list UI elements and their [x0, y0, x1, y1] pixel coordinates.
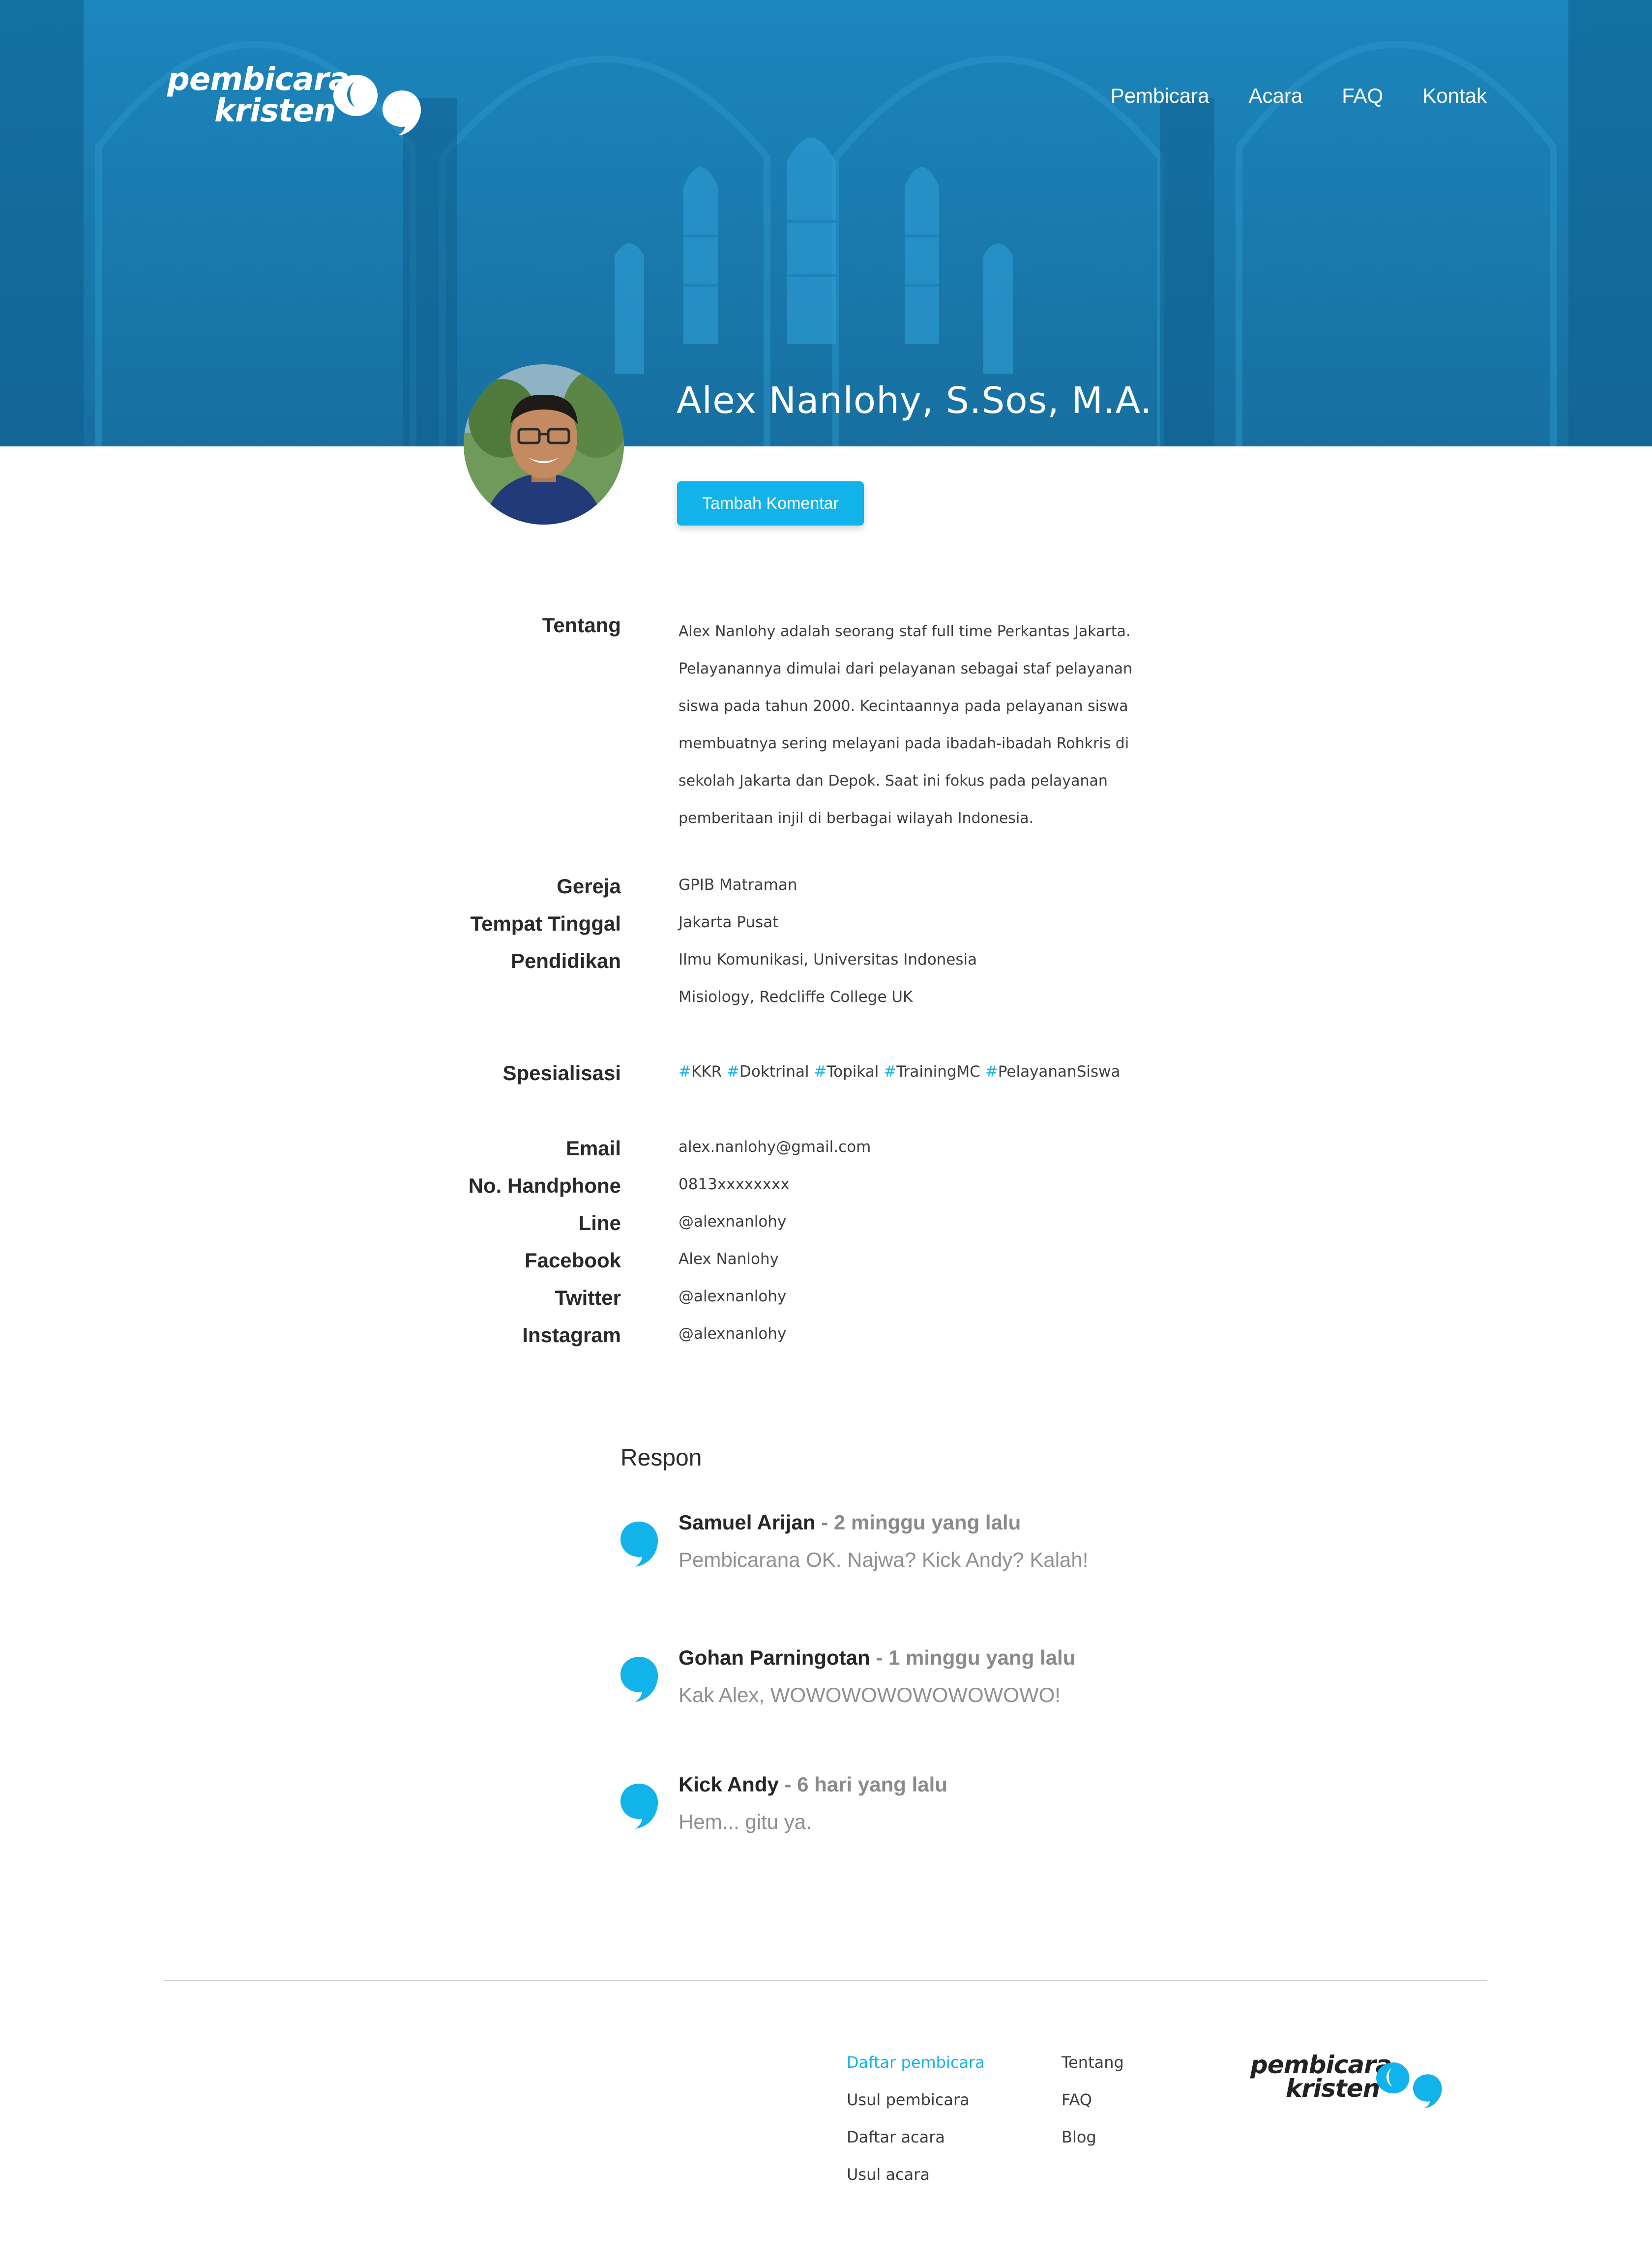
- education-value-1: Ilmu Komunikasi, Universitas Indonesia: [678, 951, 977, 969]
- footer-link-usul-acara[interactable]: Usul acara: [847, 2165, 930, 2184]
- nav-kontak[interactable]: Kontak: [1422, 84, 1487, 108]
- footer-link-usul-pembicara[interactable]: Usul pembicara: [847, 2090, 970, 2110]
- comment-bubble-icon: [620, 1784, 658, 1829]
- comment-text: Kak Alex, WOWOWOWOWOWOWOWO!: [678, 1683, 1061, 1706]
- quote-bubbles-icon: [333, 75, 421, 135]
- footer-link-daftar-pembicara[interactable]: Daftar pembicara: [847, 2053, 985, 2072]
- about-line: siswa pada tahun 2000. Kecintaannya pada…: [678, 698, 1128, 715]
- footer-link-blog[interactable]: Blog: [1062, 2127, 1096, 2147]
- footer-link-daftar-acara[interactable]: Daftar acara: [847, 2127, 945, 2147]
- phone-label: No. Handphone: [468, 1174, 621, 1197]
- logo-word-1: pembicara: [1250, 2051, 1392, 2079]
- nav-faq[interactable]: FAQ: [1342, 84, 1383, 108]
- about-text: Alex Nanlohy adalah seorang staf full ti…: [678, 613, 1180, 837]
- brand-logo[interactable]: pembicara kristen: [167, 61, 423, 135]
- footer-brand-logo[interactable]: pembicara kristen: [1250, 2053, 1457, 2112]
- comment-text: Hem... gitu ya.: [678, 1810, 812, 1833]
- add-comment-button[interactable]: Tambah Komentar: [677, 481, 864, 526]
- education-value-2: Misiology, Redcliffe College UK: [678, 988, 913, 1006]
- logo-word-1: pembicara: [167, 61, 350, 98]
- tag-link[interactable]: Topikal: [826, 1063, 879, 1081]
- education-label: Pendidikan: [510, 949, 621, 972]
- twitter-value[interactable]: @alexnanlohy: [678, 1287, 786, 1306]
- email-label: Email: [565, 1137, 621, 1160]
- twitter-label: Twitter: [555, 1286, 621, 1309]
- comment-item: Gohan Parningotan - 1 minggu yang lalu K…: [620, 1645, 1210, 1719]
- comment-author: Kick Andy: [678, 1773, 779, 1796]
- comment-time: - 1 minggu yang lalu: [870, 1646, 1076, 1669]
- residence-label: Tempat Tinggal: [470, 912, 621, 935]
- comment-text: Pembicarana OK. Najwa? Kick Andy? Kalah!: [678, 1548, 1089, 1571]
- comment-time: - 6 hari yang lalu: [778, 1773, 947, 1796]
- about-line: membuatnya sering melayani pada ibadah-i…: [678, 735, 1129, 752]
- logo-word-2: kristen: [214, 93, 336, 129]
- footer-link-tentang[interactable]: Tentang: [1062, 2053, 1124, 2072]
- about-line: sekolah Jakarta dan Depok. Saat ini foku…: [678, 772, 1108, 790]
- instagram-value[interactable]: @alexnanlohy: [678, 1324, 786, 1344]
- facebook-label: Facebook: [524, 1249, 621, 1272]
- comment-bubble-icon: [620, 1657, 658, 1702]
- line-value: @alexnanlohy: [678, 1213, 787, 1231]
- main-nav: Pembicara Acara FAQ Kontak: [1111, 84, 1487, 108]
- tag-link[interactable]: KKR: [691, 1063, 722, 1081]
- church-value: GPIB Matraman: [678, 876, 797, 894]
- speaker-name: Alex Nanlohy, S.Sos, M.A.: [677, 380, 1152, 422]
- comment-item: Kick Andy - 6 hari yang lalu Hem... gitu…: [620, 1772, 1210, 1846]
- tag-link[interactable]: Doktrinal: [739, 1063, 809, 1081]
- email-value[interactable]: alex.nanlohy@gmail.com: [678, 1137, 871, 1157]
- comment-bubble-icon: [620, 1522, 658, 1567]
- hero-banner: pembicara kristen Pembicara Acara FAQ Ko…: [0, 0, 1652, 446]
- about-label: Tentang: [542, 614, 621, 637]
- comment-author: Gohan Parningotan: [678, 1646, 870, 1669]
- about-line: Alex Nanlohy adalah seorang staf full ti…: [678, 623, 1131, 640]
- logo-word-2: kristen: [1286, 2074, 1380, 2103]
- speaker-avatar: [464, 364, 624, 525]
- comment-item: Samuel Arijan - 2 minggu yang lalu Pembi…: [620, 1510, 1210, 1584]
- residence-value: Jakarta Pusat: [678, 913, 779, 931]
- phone-value: 0813xxxxxxxx: [678, 1175, 790, 1193]
- about-line: pemberitaan injil di berbagai wilayah In…: [678, 810, 1034, 827]
- tag-link[interactable]: TrainingMC: [896, 1063, 980, 1081]
- nav-acara[interactable]: Acara: [1248, 84, 1302, 108]
- nav-pembicara[interactable]: Pembicara: [1111, 84, 1210, 108]
- responses-title: Respon: [620, 1445, 702, 1471]
- about-line: Pelayanannya dimulai dari pelayanan seba…: [678, 660, 1133, 677]
- comment-author: Samuel Arijan: [678, 1511, 816, 1534]
- quote-bubbles-icon: [1376, 2062, 1442, 2108]
- footer-divider: [164, 1980, 1487, 1981]
- church-label: Gereja: [557, 875, 621, 898]
- specialization-label: Spesialisasi: [502, 1061, 621, 1085]
- speaker-photo: [464, 364, 624, 525]
- specialization-tags: #KKR #Doktrinal #Topikal #TrainingMC #Pe…: [678, 1063, 1121, 1081]
- tag-link[interactable]: PelayananSiswa: [998, 1063, 1121, 1081]
- line-label: Line: [578, 1211, 621, 1234]
- comment-time: - 2 minggu yang lalu: [815, 1511, 1021, 1534]
- footer-link-faq[interactable]: FAQ: [1062, 2090, 1092, 2110]
- facebook-value[interactable]: Alex Nanlohy: [678, 1249, 779, 1269]
- instagram-label: Instagram: [522, 1323, 621, 1347]
